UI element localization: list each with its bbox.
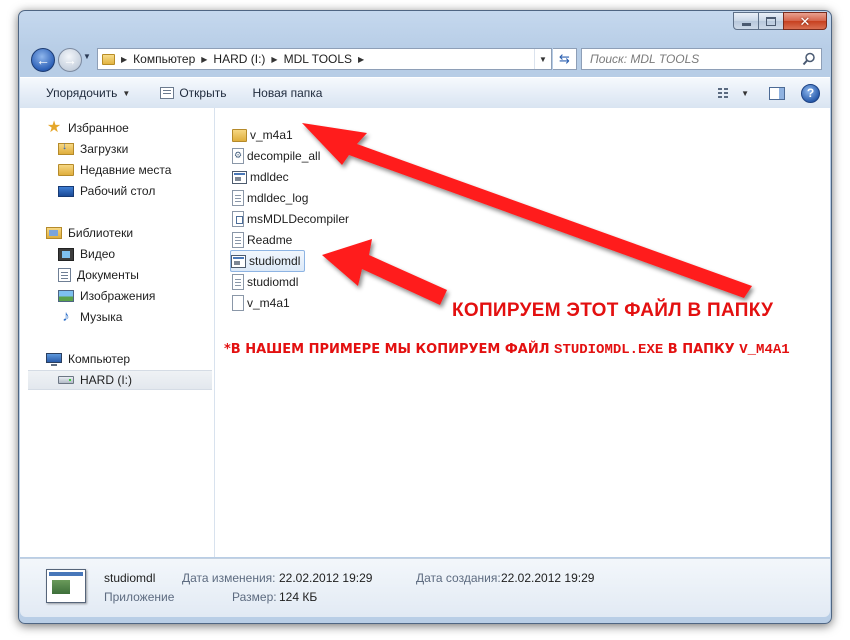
annotation-note-prefix: *В НАШЕМ ПРИМЕРЕ МЫ КОПИРУЕМ ФАЙЛ xyxy=(224,342,555,357)
arrow-to-studiomdl xyxy=(322,239,447,305)
annotation-note-file: STUDIOMDL.EXE xyxy=(554,342,664,358)
annotation-note: *В НАШЕМ ПРИМЕРЕ МЫ КОПИРУЕМ ФАЙЛ STUDIO… xyxy=(224,342,790,358)
annotation-note-folder: V_M4A1 xyxy=(739,342,790,358)
annotation-title: КОПИРУЕМ ЭТОТ ФАЙЛ В ПАПКУ xyxy=(452,300,774,321)
annotation-note-middle: В ПАПКУ xyxy=(663,342,740,357)
